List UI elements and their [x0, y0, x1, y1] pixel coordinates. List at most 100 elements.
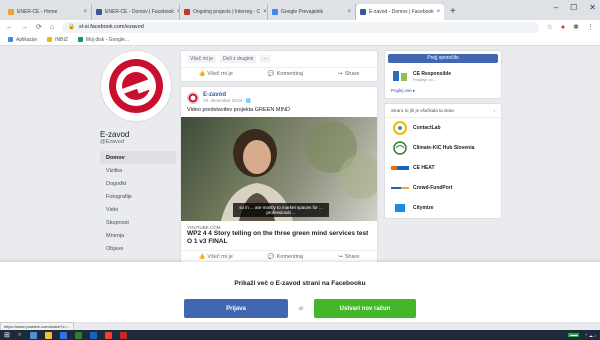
- taskbar-app-icon[interactable]: [44, 331, 52, 339]
- minimize-icon[interactable]: –: [554, 3, 558, 12]
- liked-page-name: Citymize: [413, 205, 434, 211]
- nav-item-dogodki[interactable]: Dogodki: [100, 177, 176, 190]
- close-tab-icon[interactable]: ×: [437, 9, 441, 15]
- taskbar-app-icon[interactable]: [89, 331, 97, 339]
- login-prompt-overlay: Prikaži več o E-zavod strani na Facebook…: [0, 262, 600, 322]
- share-icon: ↪: [338, 71, 343, 77]
- link-preview[interactable]: YOUTUBE.COM WP2 4 4 Story telling on the…: [181, 221, 377, 250]
- nav-item-domov[interactable]: Domov: [100, 151, 176, 164]
- browser-tab-active[interactable]: E-zavod - Domov | Facebook ×: [356, 4, 444, 20]
- lock-icon: 🔒: [68, 24, 75, 30]
- nav-item-videi[interactable]: Videi: [100, 203, 176, 216]
- contactlab-icon: [391, 121, 409, 135]
- tab-label: E-zavod - Domov | Facebook: [369, 9, 434, 15]
- liked-page-item[interactable]: CE HEAT: [385, 158, 501, 178]
- favicon-icon: [272, 9, 278, 15]
- new-tab-button[interactable]: +: [444, 4, 462, 20]
- overlay-title: Prikaži več o E-zavod strani na Facebook…: [234, 280, 366, 287]
- reload-icon[interactable]: ⟳: [36, 23, 42, 31]
- browser-tab[interactable]: ENER-CE - Home ×: [4, 4, 92, 20]
- close-tab-icon[interactable]: ×: [83, 9, 87, 15]
- send-message-button[interactable]: Prejj sporočilo: [388, 54, 498, 63]
- close-window-icon[interactable]: ✕: [589, 3, 596, 12]
- see-all-link[interactable]: Poglej vse ▸: [385, 86, 501, 98]
- taskbar-app-icon[interactable]: [74, 331, 82, 339]
- sponsor-name: CE Responsible: [413, 70, 452, 77]
- liked-page-item[interactable]: ContactLab: [385, 118, 501, 138]
- sponsor-item[interactable]: CE Responsible Podjetje za ...: [385, 66, 501, 86]
- bookmark-item[interactable]: Aplikacije: [8, 37, 37, 43]
- comment-button[interactable]: 💬 Komentiraj: [268, 71, 303, 77]
- close-tab-icon[interactable]: ×: [263, 9, 267, 15]
- back-icon[interactable]: ←: [6, 24, 13, 31]
- liked-page-item[interactable]: Crowd-FundPort: [385, 178, 501, 198]
- browser-tab[interactable]: Google Prevajalnik ×: [268, 4, 356, 20]
- overlay-buttons: Prijava ali Ustvari nov račun: [0, 299, 600, 318]
- nav-item-skupnost[interactable]: Skupnost: [100, 216, 176, 229]
- nav-item-vizitka[interactable]: Vizitka: [100, 164, 176, 177]
- taskbar-app-icon[interactable]: [29, 331, 37, 339]
- star-icon[interactable]: ☆: [547, 23, 553, 31]
- browser-tab[interactable]: Ongoing projects | Interreg - C ×: [180, 4, 268, 20]
- bookmark-item[interactable]: INBIZ: [47, 37, 68, 43]
- favicon-icon: [360, 9, 366, 15]
- comment-button[interactable]: 💬 Komentiraj: [268, 254, 303, 260]
- liked-pages-header[interactable]: Strani, ki jih je všečkala ta stran ›: [385, 104, 501, 118]
- like-button[interactable]: 👍 Všeč mi je: [199, 254, 233, 260]
- taskbar-app-icon[interactable]: [119, 331, 127, 339]
- home-icon[interactable]: ⌂: [50, 24, 54, 31]
- extension-icon[interactable]: ●: [561, 24, 565, 31]
- liked-page-name: ContactLab: [413, 125, 441, 131]
- avatar[interactable]: [187, 92, 199, 104]
- comment-label: Komentiraj: [276, 254, 304, 260]
- liked-page-name: CE HEAT: [413, 165, 435, 171]
- bookmark-item[interactable]: Moj disk - Google...: [77, 37, 129, 43]
- windows-start-icon[interactable]: ⊞: [4, 331, 10, 339]
- tab-label: ENER-CE - Home: [17, 9, 58, 15]
- login-button[interactable]: Prijava: [184, 299, 288, 318]
- taskbar-app-icon[interactable]: [59, 331, 67, 339]
- search-icon[interactable]: ○: [18, 332, 22, 338]
- like-chip[interactable]: Všeč mi je: [187, 55, 217, 63]
- nav-item-fotografije[interactable]: Fotografije: [100, 190, 176, 203]
- tray-badge[interactable]: ▬▬: [568, 333, 580, 337]
- nav-item-objave[interactable]: Objave: [100, 242, 176, 255]
- share-chip[interactable]: Deli z drugimi: [220, 55, 257, 63]
- like-label: Všeč mi je: [207, 254, 233, 260]
- taskbar-app-icon[interactable]: [104, 331, 112, 339]
- ezavod-avatar-icon: [188, 93, 198, 103]
- page-nav: Domov Vizitka Dogodki Fotografije Videi …: [100, 151, 176, 255]
- share-button[interactable]: ↪ Share: [338, 71, 359, 77]
- browser-tab[interactable]: ENER-CE - Domov | Facebook ×: [92, 4, 180, 20]
- create-account-button[interactable]: Ustvari nov račun: [314, 299, 416, 318]
- post-actions: 👍 Všeč mi je 💬 Komentiraj ↪ Share: [181, 67, 377, 81]
- facebook-page: E-zavod @Ezavod Domov Vizitka Dogodki Fo…: [0, 46, 600, 340]
- page-logo[interactable]: [100, 50, 172, 122]
- menu-icon[interactable]: ⋮: [587, 23, 594, 31]
- liked-page-item[interactable]: Citymize: [385, 198, 501, 218]
- tray-icons[interactable]: ⌃ ☁ ♪: [584, 333, 596, 338]
- like-button[interactable]: 👍 Všeč mi je: [199, 71, 233, 77]
- share-button[interactable]: ↪ Share: [338, 254, 359, 260]
- close-tab-icon[interactable]: ×: [347, 9, 351, 15]
- post-card: E-zavod 19. december 2019 · 🌐 Video pred…: [180, 86, 378, 265]
- sponsor-card: Prejj sporočilo CE Responsible Podjetje …: [384, 50, 502, 99]
- post-date[interactable]: 19. december 2019 · 🌐: [203, 98, 251, 104]
- more-chip[interactable]: ···: [260, 55, 272, 63]
- post-card-top: Všeč mi je Deli z drugimi ··· 👍 Všeč mi j…: [180, 50, 378, 82]
- right-column: Prejj sporočilo CE Responsible Podjetje …: [384, 50, 502, 223]
- center-column: Všeč mi je Deli z drugimi ··· 👍 Všeč mi j…: [180, 50, 378, 269]
- url-field[interactable]: 🔒 sl-si.facebook.com/ezavod: [62, 21, 539, 33]
- share-label: Share: [344, 71, 360, 77]
- maximize-icon[interactable]: ☐: [570, 3, 577, 12]
- video-thumbnail[interactable]: so in ... are mostly to market spaces fo…: [181, 117, 377, 221]
- crowd-fundport-icon: [391, 181, 409, 195]
- nav-item-mnenja[interactable]: Mnenja: [100, 229, 176, 242]
- forward-icon[interactable]: →: [21, 24, 28, 31]
- liked-page-item[interactable]: Climate-KIC Hub Slovenia: [385, 138, 501, 158]
- extension-icon[interactable]: ✱: [573, 23, 579, 31]
- page-name: E-zavod: [100, 130, 130, 139]
- tab-label: Google Prevajalnik: [281, 9, 323, 15]
- favicon-icon: [8, 9, 14, 15]
- bookmark-label: Aplikacije: [16, 36, 38, 43]
